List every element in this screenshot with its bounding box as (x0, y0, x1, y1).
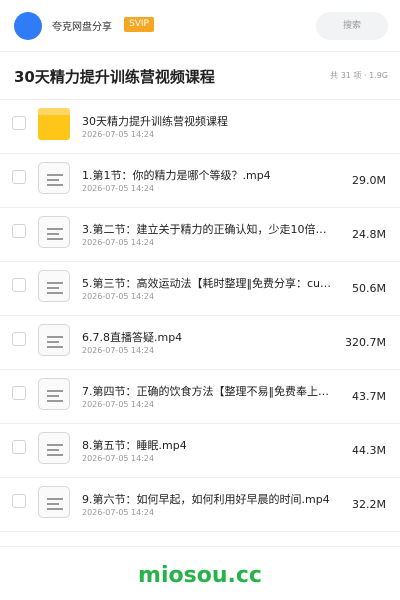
file-date: 2026-07-05 14:24 (82, 454, 155, 463)
username: 夸克网盘分享 (52, 22, 112, 33)
list-item[interactable]: 5.第三节：高效运动法【耗时整理‖免费分享：cun... 2026-07-05 … (0, 262, 400, 316)
document-icon (38, 486, 70, 518)
select-checkbox[interactable] (12, 440, 26, 454)
list-item[interactable]: 30天精力提升训练营视频课程 2026-07-05 14:24 (0, 100, 400, 154)
svip-badge: SVIP (124, 17, 154, 32)
folder-summary: 共 31 项 · 1.9G (330, 71, 388, 80)
file-date: 2026-07-05 14:24 (82, 184, 155, 193)
file-name: 3.第二节：建立关于精力的正确认知，少走10倍弯路... (82, 223, 337, 236)
folder-header: 30天精力提升训练营视频课程 共 31 项 · 1.9G (0, 52, 400, 100)
top-bar: 夸克网盘分享 SVIP 搜索 (0, 0, 400, 52)
list-item[interactable]: 9.第六节：如何早起，如何利用好早晨的时间.mp4 2026-07-05 14:… (0, 478, 400, 532)
search-input[interactable]: 搜索 (316, 12, 388, 40)
document-icon (38, 324, 70, 356)
select-checkbox[interactable] (12, 278, 26, 292)
select-checkbox[interactable] (12, 332, 26, 346)
file-name: 8.第五节：睡眠.mp4 (82, 439, 187, 452)
file-date: 2026-07-05 14:24 (82, 130, 155, 139)
avatar[interactable] (14, 12, 42, 40)
file-date: 2026-07-05 14:24 (82, 346, 155, 355)
document-icon (38, 162, 70, 194)
list-item[interactable]: 8.第五节：睡眠.mp4 2026-07-05 14:24 44.3M (0, 424, 400, 478)
page-title: 30天精力提升训练营视频课程 (14, 68, 215, 86)
file-name: 5.第三节：高效运动法【耗时整理‖免费分享：cun... (82, 277, 337, 290)
folder-icon (38, 108, 70, 140)
file-size: 44.3M (352, 444, 386, 457)
file-size: 32.2M (352, 498, 386, 511)
list-item[interactable]: 6.7.8直播答疑.mp4 2026-07-05 14:24 320.7M (0, 316, 400, 370)
file-date: 2026-07-05 14:24 (82, 238, 155, 247)
file-name: 6.7.8直播答疑.mp4 (82, 331, 183, 344)
select-checkbox[interactable] (12, 170, 26, 184)
file-size: 24.8M (352, 228, 386, 241)
document-icon (38, 270, 70, 302)
file-size: 29.0M (352, 174, 386, 187)
file-size: 50.6M (352, 282, 386, 295)
footer: miosou.cc (0, 546, 400, 600)
document-icon (38, 432, 70, 464)
document-icon (38, 378, 70, 410)
watermark: miosou.cc (138, 563, 262, 588)
file-date: 2026-07-05 14:24 (82, 292, 155, 301)
document-icon (38, 216, 70, 248)
select-checkbox[interactable] (12, 224, 26, 238)
file-date: 2026-07-05 14:24 (82, 508, 155, 517)
file-date: 2026-07-05 14:24 (82, 400, 155, 409)
file-name: 9.第六节：如何早起，如何利用好早晨的时间.mp4 (82, 493, 330, 506)
select-checkbox[interactable] (12, 386, 26, 400)
file-name: 7.第四节：正确的饮食方法【整理不易‖免费奉上：c... (82, 385, 337, 398)
file-size: 43.7M (352, 390, 386, 403)
list-item[interactable]: 7.第四节：正确的饮食方法【整理不易‖免费奉上：c... 2026-07-05 … (0, 370, 400, 424)
list-item[interactable]: 1.第1节：你的精力是哪个等级？.mp4 2026-07-05 14:24 29… (0, 154, 400, 208)
file-list: 30天精力提升训练营视频课程 2026-07-05 14:24 1.第1节：你的… (0, 100, 400, 532)
list-item[interactable]: 3.第二节：建立关于精力的正确认知，少走10倍弯路... 2026-07-05 … (0, 208, 400, 262)
file-name: 1.第1节：你的精力是哪个等级？.mp4 (82, 169, 271, 182)
select-checkbox[interactable] (12, 116, 26, 130)
file-name: 30天精力提升训练营视频课程 (82, 115, 228, 128)
file-size: 320.7M (345, 336, 386, 349)
select-checkbox[interactable] (12, 494, 26, 508)
